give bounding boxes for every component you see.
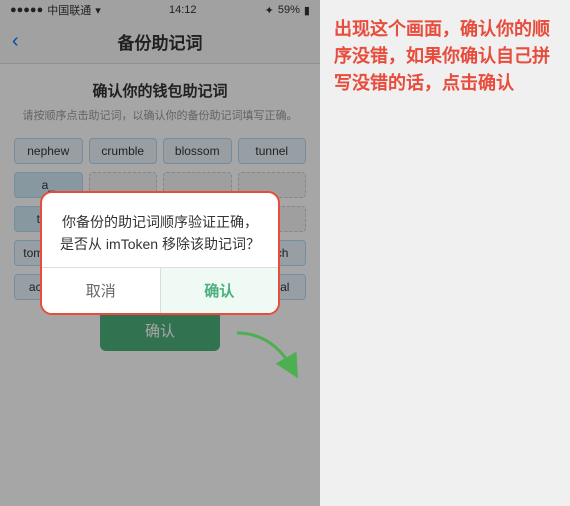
arrow-container (232, 328, 312, 388)
dialog-actions: 取消 确认 (42, 267, 278, 313)
phone-frame: ●●●●● 中国联通 ▾ 14:12 ✦ 59% ▮ ‹ 备份助记词 确认你的钱… (0, 0, 320, 506)
arrow-icon (232, 328, 312, 383)
dialog: 你备份的助记词顺序验证正确，是否从 imToken 移除该助记词？ 取消 确认 (40, 191, 280, 316)
dialog-text: 你备份的助记词顺序验证正确，是否从 imToken 移除该助记词？ (58, 211, 262, 256)
dialog-cancel-button[interactable]: 取消 (42, 268, 161, 313)
dialog-ok-button[interactable]: 确认 (161, 268, 279, 313)
annotation-panel: 出现这个画面，确认你的顺序没错，如果你确认自己拼写没错的话，点击确认 (320, 0, 570, 506)
dialog-overlay: 你备份的助记词顺序验证正确，是否从 imToken 移除该助记词？ 取消 确认 (0, 0, 320, 506)
dialog-body: 你备份的助记词顺序验证正确，是否从 imToken 移除该助记词？ (42, 193, 278, 268)
annotation-text: 出现这个画面，确认你的顺序没错，如果你确认自己拼写没错的话，点击确认 (334, 16, 556, 97)
